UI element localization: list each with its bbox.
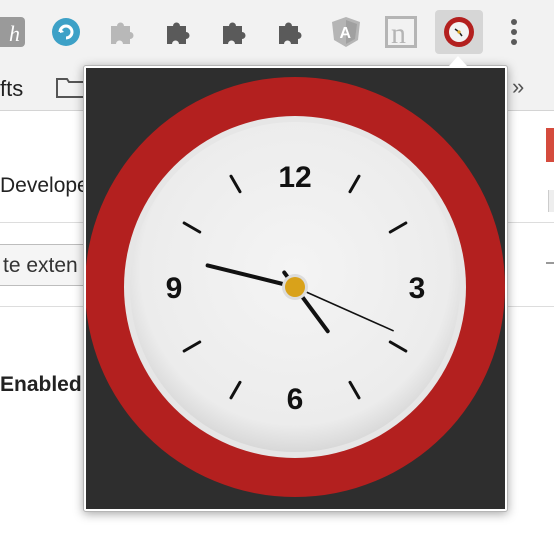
toolbar-extension-puzzle-2-icon[interactable] <box>213 12 253 52</box>
bookmark-folder-icon[interactable] <box>56 76 86 103</box>
extension-popup: 12 3 6 9 <box>83 65 508 512</box>
numeral-9: 9 <box>166 272 183 305</box>
numeral-6: 6 <box>287 383 304 416</box>
svg-text:h: h <box>9 21 20 46</box>
kebab-menu-icon[interactable] <box>494 12 534 52</box>
page-right-mark <box>546 262 554 278</box>
bookmarks-overflow-chevron[interactable]: » <box>512 74 524 100</box>
toolbar-extension-clock-icon[interactable] <box>435 10 483 54</box>
clock-popup-background: 12 3 6 9 <box>86 68 505 509</box>
enabled-label: Enabled <box>0 373 82 396</box>
toolbar-extension-angular-icon[interactable]: A <box>326 12 366 52</box>
analog-clock: 12 3 6 9 <box>86 77 505 497</box>
page-scroll-element <box>548 190 554 212</box>
page-red-badge <box>546 128 554 162</box>
toolbar-extension-puzzle-3-icon[interactable] <box>269 12 309 52</box>
toolbar-extension-puzzle-1-icon[interactable] <box>157 12 197 52</box>
browser-toolbar: h A n <box>0 0 554 66</box>
developer-mode-label: Develope <box>0 174 89 197</box>
toolbar-extension-n-icon[interactable]: n <box>381 12 421 52</box>
numeral-12: 12 <box>278 161 311 194</box>
toolbar-extension-puzzle-grey-icon[interactable] <box>101 12 141 52</box>
bookmark-item-label[interactable]: fts <box>0 76 23 102</box>
numeral-3: 3 <box>409 272 426 305</box>
toolbar-extension-refresh-icon[interactable] <box>46 12 86 52</box>
svg-text:n: n <box>391 17 406 48</box>
popup-pointer-caret <box>449 56 467 66</box>
toolbar-extension-k-icon[interactable]: h <box>0 12 32 52</box>
svg-text:A: A <box>340 25 352 42</box>
clock-hub <box>285 277 305 297</box>
